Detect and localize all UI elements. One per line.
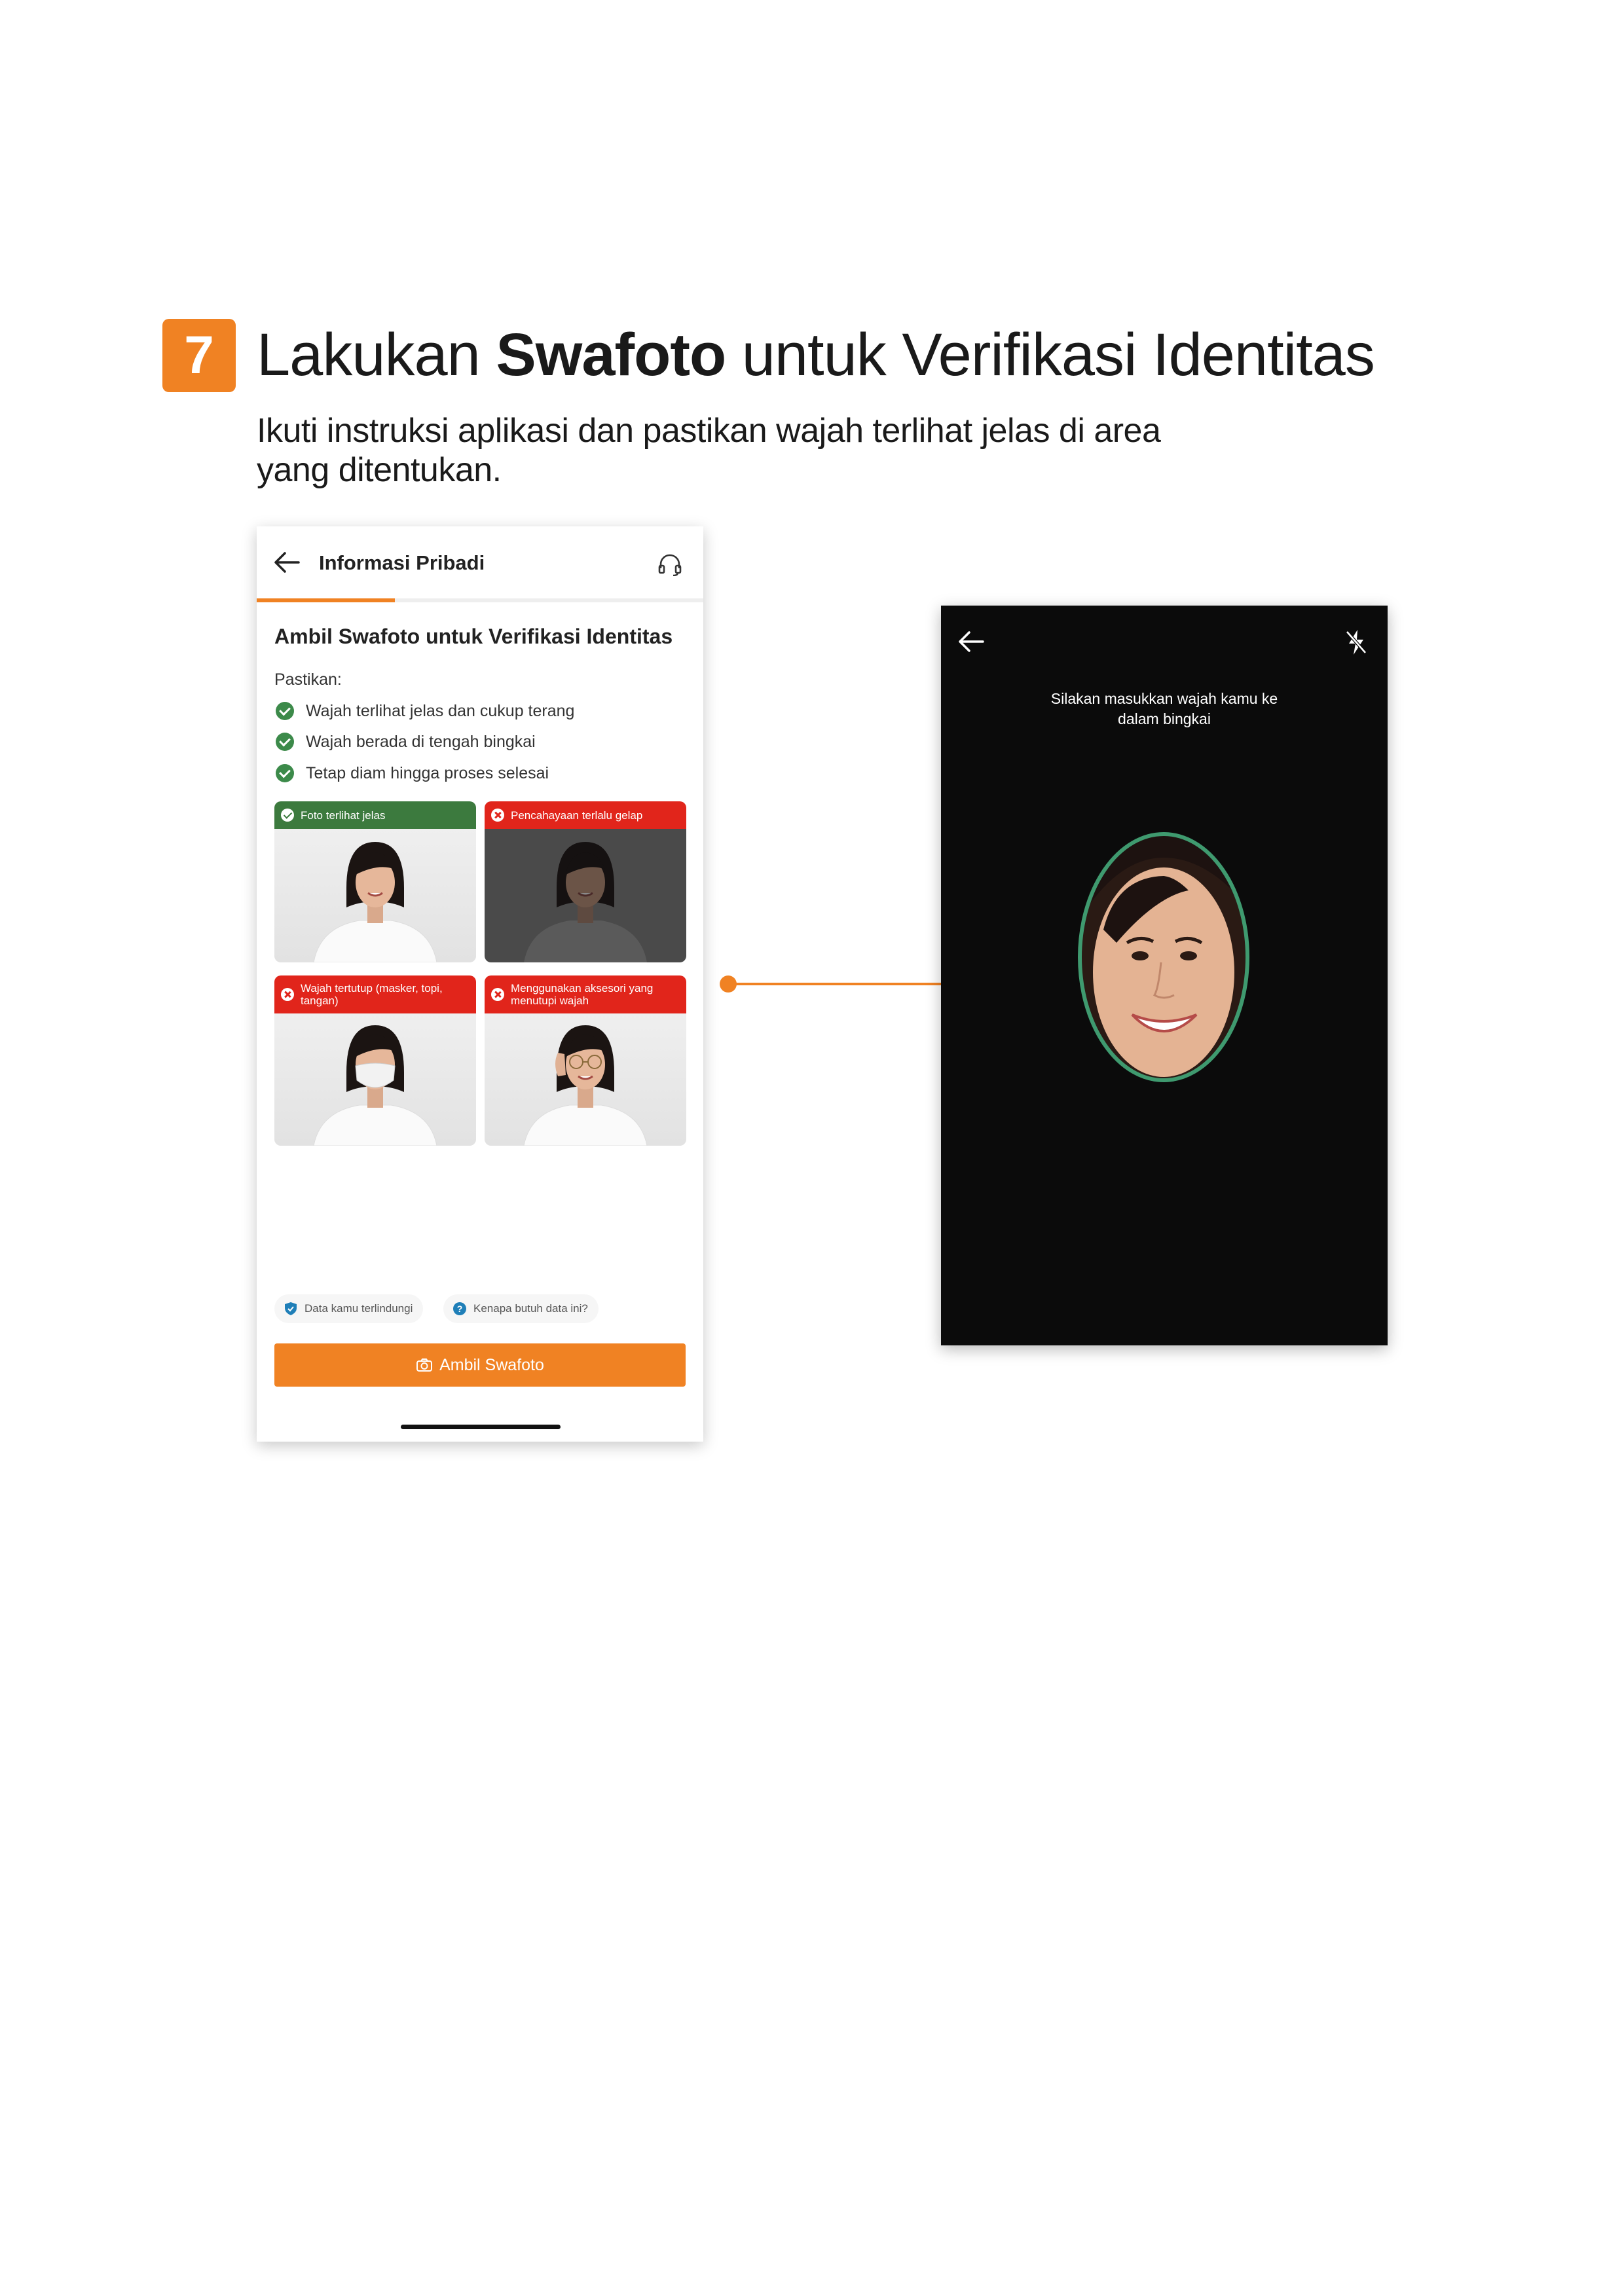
check-icon	[276, 764, 294, 782]
example-photo	[485, 829, 686, 962]
face-frame	[1078, 832, 1249, 1082]
header-title: Informasi Pribadi	[319, 551, 485, 574]
example-photo	[274, 1013, 476, 1146]
instructions-screen: Informasi Pribadi Ambil Swafoto untuk Ve…	[257, 526, 703, 1442]
example-card-dark: Pencahayaan terlalu gelap	[485, 801, 686, 962]
headset-icon[interactable]	[657, 553, 682, 576]
shield-icon	[285, 1302, 297, 1315]
cross-icon	[281, 988, 294, 1001]
flash-off-icon[interactable]	[1343, 628, 1369, 657]
checklist-item: Tetap diam hingga proses selesai	[276, 762, 549, 784]
frame-instruction: Silakan masukkan wajah kamu ke dalam bin…	[1050, 690, 1278, 727]
svg-text:?: ?	[457, 1303, 463, 1314]
back-arrow-icon[interactable]	[958, 630, 984, 653]
step-title: Lakukan Swafoto untuk Verifikasi Identit…	[257, 321, 1375, 388]
why-data-chip[interactable]: ? Kenapa butuh data ini?	[443, 1294, 599, 1323]
cross-icon	[491, 988, 504, 1001]
step-number-badge: 7	[162, 319, 236, 392]
example-card-mask: Wajah tertutup (masker, topi, tangan)	[274, 975, 476, 1146]
example-photo	[274, 829, 476, 962]
step-subtitle: Ikuti instruksi aplikasi dan pastikan wa…	[257, 412, 1161, 489]
example-label: Menggunakan aksesori yang menutupi wajah	[485, 975, 686, 1013]
example-label: Foto terlihat jelas	[274, 801, 476, 829]
home-indicator	[401, 1425, 561, 1429]
camera-icon	[416, 1358, 433, 1372]
checklist-label: Pastikan:	[274, 670, 342, 689]
take-selfie-button[interactable]: Ambil Swafoto	[274, 1343, 686, 1387]
question-icon: ?	[453, 1302, 466, 1315]
example-card-accessory: Menggunakan aksesori yang menutupi wajah	[485, 975, 686, 1146]
back-arrow-icon[interactable]	[274, 551, 300, 574]
cross-icon	[491, 809, 504, 822]
checklist-item: Wajah berada di tengah bingkai	[276, 731, 536, 753]
example-photo	[485, 1013, 686, 1146]
app-header: Informasi Pribadi	[257, 526, 703, 598]
example-card-good: Foto terlihat jelas	[274, 801, 476, 962]
camera-screen: Silakan masukkan wajah kamu ke dalam bin…	[941, 606, 1388, 1345]
example-label: Pencahayaan terlalu gelap	[485, 801, 686, 829]
check-icon	[276, 702, 294, 720]
screen-heading: Ambil Swafoto untuk Verifikasi Identitas	[274, 625, 673, 648]
data-protected-chip[interactable]: Data kamu terlindungi	[274, 1294, 424, 1323]
checklist-item: Wajah terlihat jelas dan cukup terang	[276, 700, 574, 722]
check-icon	[276, 733, 294, 751]
check-icon	[281, 809, 294, 822]
connector-line	[728, 983, 941, 985]
progress-fill	[257, 598, 396, 602]
example-label: Wajah tertutup (masker, topi, tangan)	[274, 975, 476, 1013]
connector-dot	[720, 975, 737, 993]
